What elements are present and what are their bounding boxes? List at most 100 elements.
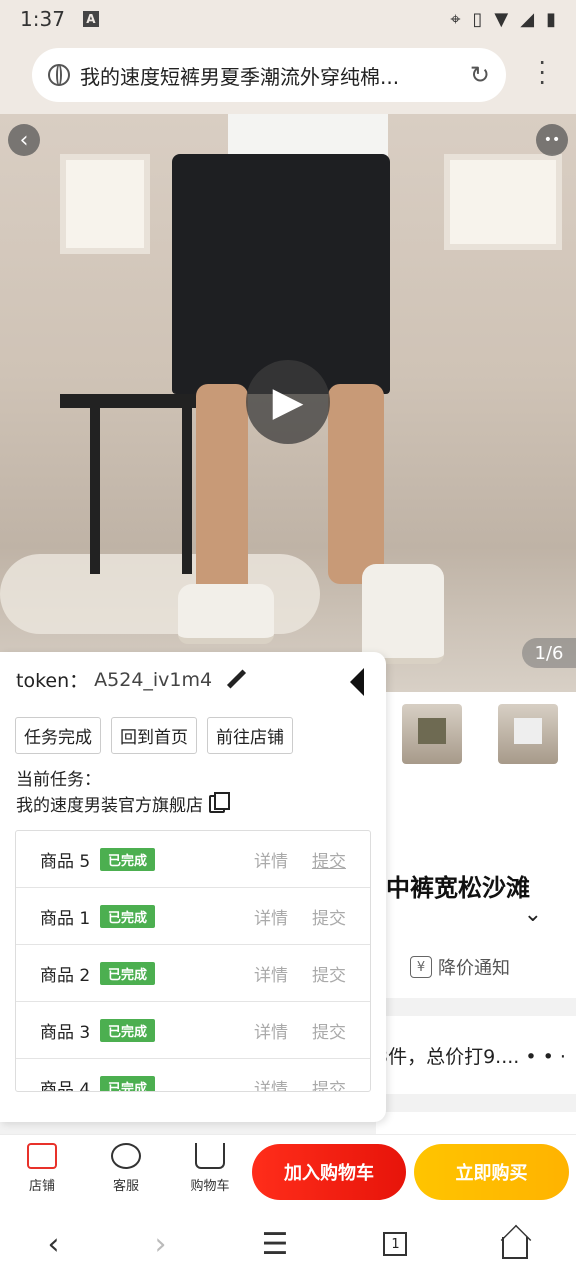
current-task-label: 当前任务： [16,770,101,790]
nav-back-icon[interactable]: ‹ [48,1227,60,1262]
promo-card[interactable]: 3件，总价打9.... • • · [376,1016,576,1094]
product-gallery[interactable]: ▶ ‹ •• 1/6 [0,114,576,692]
stool-leg [182,404,192,574]
home-icon[interactable] [502,1237,529,1259]
edit-icon[interactable] [226,670,246,690]
chat-icon [111,1143,141,1169]
tabs-button[interactable]: 1 [383,1232,408,1256]
browser-toolbar: 我的速度短裤男夏季潮流外穿纯棉... ↻ · · · [0,38,576,114]
browser-nav-bar: ‹ › ☰ 1 [0,1208,576,1280]
task-panel: token： A524_iv1m4 任务完成 回到首页 前往店铺 当前任务： 我… [0,652,386,1122]
store-icon [27,1143,57,1169]
globe-icon [48,64,70,86]
stool-leg [90,404,100,574]
status-badge: 已完成 [100,904,156,928]
task-list: 商品 5 已完成 详情 提交 商品 1 已完成 详情 提交 商品 2 已完成 详… [15,830,371,1092]
hamburger-menu-icon[interactable]: ☰ [262,1227,289,1262]
page-title[interactable]: 我的速度短裤男夏季潮流外穿纯棉... [80,61,458,90]
service-label: 客服 [112,1179,139,1194]
nav-forward-icon[interactable]: › [155,1227,167,1262]
task-row: 商品 3 已完成 详情 提交 [16,1002,370,1059]
submit-link[interactable]: 提交 [312,961,346,986]
leg [196,384,248,604]
buy-now-button[interactable]: 立即购买 [414,1144,569,1200]
detail-link[interactable]: 详情 [254,1075,288,1092]
task-name: 商品 4 [40,1079,91,1092]
submit-link[interactable]: 提交 [312,1018,346,1043]
cart-button[interactable]: 购物车 [180,1143,240,1194]
next-card [376,1112,576,1136]
token-label: token： [16,670,89,692]
yen-icon: ¥ [410,956,432,978]
shoe [362,564,444,664]
status-bar: 1:37 A ⌖ ▯ ▼ ◢ ▮ [0,0,576,38]
status-badge: 已完成 [100,1018,156,1042]
reload-icon[interactable]: ↻ [470,61,490,89]
submit-link[interactable]: 提交 [312,904,346,929]
background-window [60,154,150,254]
action-bar: 店铺 客服 购物车 加入购物车 立即购买 [0,1134,576,1208]
background-window [444,154,562,250]
promo-text-label: 3件，总价打9.... [376,1046,520,1068]
store-button[interactable]: 店铺 [12,1143,72,1194]
store-label: 店铺 [28,1179,55,1194]
go-home-button[interactable]: 回到首页 [111,717,197,754]
status-time: 1:37 [20,7,65,31]
url-bar[interactable]: 我的速度短裤男夏季潮流外穿纯棉... ↻ [32,48,506,102]
product-title: 中裤宽松沙滩 [386,874,530,902]
wifi-icon: ▼ [494,8,509,30]
task-name: 商品 5 [40,851,91,872]
chevron-down-icon[interactable]: ⌄ [524,902,542,927]
status-badge: 已完成 [100,961,156,985]
status-badge: 已完成 [100,847,156,871]
store-row: 我的速度男装官方旗舰店 [16,791,230,816]
more-vert-icon[interactable]: · · · [538,51,546,95]
task-done-button[interactable]: 任务完成 [15,717,101,754]
promo-more-label: • • · [525,1046,566,1068]
leg [328,384,384,584]
vibrate-icon: ▯ [472,8,483,30]
detail-link[interactable]: 详情 [254,904,288,929]
shorts [172,154,390,394]
price-alert-label: 降价通知 [438,958,510,979]
go-store-button[interactable]: 前往店铺 [207,717,293,754]
submit-link[interactable]: 提交 [312,847,346,872]
task-name: 商品 1 [40,908,91,929]
thumbnail[interactable] [402,704,462,764]
battery-icon: ▮ [546,8,556,30]
detail-link[interactable]: 详情 [254,847,288,872]
status-icons: ⌖ ▯ ▼ ◢ ▮ [450,9,556,30]
store-name: 我的速度男装官方旗舰店 [16,796,203,816]
detail-link[interactable]: 详情 [254,1018,288,1043]
more-icon[interactable]: •• [536,124,568,156]
detail-link[interactable]: 详情 [254,961,288,986]
notification-icon: A [82,11,99,27]
service-button[interactable]: 客服 [96,1143,156,1194]
stool [60,394,200,408]
token-value: A524_iv1m4 [94,668,213,691]
status-badge: 已完成 [100,1075,156,1091]
price-alert-button[interactable]: ¥ 降价通知 [410,954,510,980]
task-row: 商品 1 已完成 详情 提交 [16,888,370,945]
cart-icon [195,1143,225,1169]
submit-link[interactable]: 提交 [312,1075,346,1092]
task-name: 商品 3 [40,1022,91,1043]
task-buttons: 任务完成 回到首页 前往店铺 [15,717,293,754]
play-icon[interactable]: ▶ [246,360,330,444]
product-info-card: 中裤宽松沙滩 ⌄ ¥ 降价通知 [386,780,576,998]
copy-icon[interactable] [209,791,230,813]
page-indicator: 1/6 [522,638,576,668]
add-to-cart-button[interactable]: 加入购物车 [252,1144,406,1200]
task-name: 商品 2 [40,965,91,986]
signal-icon: ◢ [520,8,535,30]
thumbnail[interactable] [498,704,558,764]
back-icon[interactable]: ‹ [8,124,40,156]
shoe [178,584,274,644]
location-icon: ⌖ [450,8,461,30]
task-row: 商品 4 已完成 详情 提交 [16,1059,370,1092]
token-row: token： A524_iv1m4 [16,666,246,693]
task-row: 商品 5 已完成 详情 提交 [16,831,370,888]
thumbnail-strip [386,692,576,780]
promo-text: 3件，总价打9.... • • · [376,1042,566,1069]
collapse-icon[interactable] [350,668,364,696]
